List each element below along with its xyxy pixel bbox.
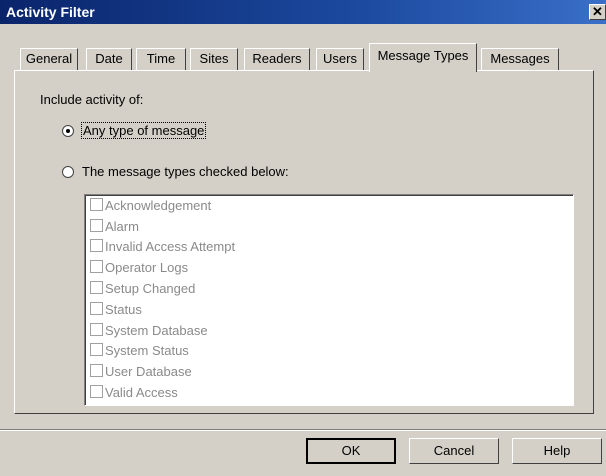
list-item[interactable]: Status bbox=[90, 301, 142, 321]
tab-date[interactable]: Date bbox=[86, 48, 132, 70]
tab-general[interactable]: General bbox=[20, 48, 78, 70]
checkbox[interactable] bbox=[90, 198, 103, 211]
item-label: System Database bbox=[105, 323, 208, 338]
item-label: Operator Logs bbox=[105, 260, 189, 275]
radio-any-type-label[interactable]: Any type of message bbox=[80, 122, 207, 139]
tab-sites[interactable]: Sites bbox=[190, 48, 238, 70]
tab-label: Readers bbox=[252, 51, 302, 66]
checkbox[interactable] bbox=[90, 260, 103, 273]
checkbox[interactable] bbox=[90, 219, 103, 232]
window-title: Activity Filter bbox=[6, 4, 95, 20]
list-item[interactable]: Alarm bbox=[90, 218, 139, 238]
tab-readers[interactable]: Readers bbox=[244, 48, 310, 70]
include-label: Include activity of: bbox=[40, 92, 144, 107]
tab-users[interactable]: Users bbox=[316, 48, 364, 70]
focus-text: Any type of message bbox=[80, 122, 207, 139]
tab-label: Messages bbox=[490, 51, 550, 66]
list-item[interactable]: User Database bbox=[90, 363, 192, 383]
tab-label: General bbox=[25, 51, 73, 66]
item-label: Alarm bbox=[105, 219, 139, 234]
close-icon: ✕ bbox=[592, 4, 603, 19]
item-label: Invalid Access Attempt bbox=[105, 239, 236, 254]
checkbox[interactable] bbox=[90, 323, 103, 336]
tab-messages[interactable]: Messages bbox=[481, 48, 559, 70]
item-label: Status bbox=[105, 302, 142, 317]
list-item[interactable]: Valid Access bbox=[90, 384, 178, 404]
cancel-button[interactable]: Cancel bbox=[409, 438, 499, 464]
radio-checked-types-label[interactable]: The message types checked below: bbox=[82, 164, 289, 179]
item-label: Setup Changed bbox=[105, 281, 196, 296]
checkbox[interactable] bbox=[90, 302, 103, 315]
checkbox[interactable] bbox=[90, 385, 103, 398]
message-types-list[interactable]: Acknowledgement Alarm Invalid Access Att… bbox=[84, 194, 574, 406]
list-item[interactable]: System Status bbox=[90, 342, 189, 362]
tab-label: Date bbox=[95, 51, 123, 66]
list-item[interactable]: Acknowledgement bbox=[90, 197, 211, 217]
close-button[interactable]: ✕ bbox=[589, 4, 606, 20]
checkbox[interactable] bbox=[90, 281, 103, 294]
list-item[interactable]: Setup Changed bbox=[90, 280, 195, 300]
list-item[interactable]: Operator Logs bbox=[90, 259, 188, 279]
item-label: User Database bbox=[105, 364, 192, 379]
checkbox[interactable] bbox=[90, 239, 103, 252]
title-bar: Activity Filter ✕ bbox=[0, 0, 606, 24]
radio-any-type[interactable] bbox=[62, 125, 74, 137]
tab-message-types[interactable]: Message Types bbox=[369, 43, 477, 72]
item-label: Acknowledgement bbox=[105, 198, 212, 213]
tab-label: Time bbox=[146, 51, 176, 66]
item-label: Valid Access bbox=[105, 385, 178, 400]
tab-label: Users bbox=[323, 51, 357, 66]
divider bbox=[0, 429, 606, 431]
tab-label: Sites bbox=[199, 51, 229, 66]
checkbox[interactable] bbox=[90, 364, 103, 377]
tab-label: Message Types bbox=[377, 48, 469, 63]
list-item[interactable]: Invalid Access Attempt bbox=[90, 238, 235, 258]
ok-button[interactable]: OK bbox=[306, 438, 396, 464]
list-item[interactable]: System Database bbox=[90, 322, 208, 342]
item-label: System Status bbox=[105, 343, 189, 358]
radio-checked-types[interactable] bbox=[62, 166, 74, 178]
help-button[interactable]: Help bbox=[512, 438, 602, 464]
checkbox[interactable] bbox=[90, 343, 103, 356]
tab-time[interactable]: Time bbox=[136, 48, 186, 70]
